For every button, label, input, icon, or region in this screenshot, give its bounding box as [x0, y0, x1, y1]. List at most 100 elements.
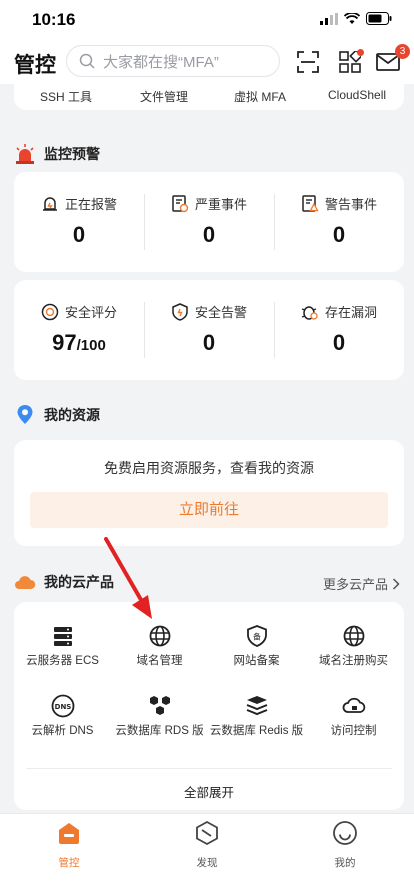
- monitor-title: 监控预警: [44, 146, 100, 162]
- security-score-value: 97/100: [14, 330, 144, 356]
- security-score-icon: [41, 303, 59, 320]
- product-dns[interactable]: DNS 云解析 DNS: [14, 694, 111, 739]
- resources-card: 免费启用资源服务，查看我的资源 立即前往: [14, 440, 404, 546]
- cloud-access-icon: [342, 697, 365, 713]
- search-input[interactable]: 大家都在搜“MFA”: [66, 45, 280, 77]
- quick-link-file-manager[interactable]: 文件管理: [140, 88, 188, 105]
- globe-icon: [343, 625, 364, 647]
- expand-all-button[interactable]: 全部展开: [14, 782, 404, 801]
- stat-severe-events[interactable]: 严重事件 0: [144, 172, 274, 272]
- page-title: 管控: [14, 54, 56, 77]
- dns-icon: DNS: [51, 694, 74, 718]
- apps-badge-dot: [357, 49, 364, 56]
- stat-value: 0: [202, 330, 216, 355]
- stat-security-score[interactable]: 安全评分 97/100: [14, 280, 144, 380]
- monitor-events-card: 正在报警 0 严重事件 0 警告事件 0: [14, 172, 404, 272]
- discover-icon: [196, 820, 218, 846]
- score-suffix: /100: [76, 337, 106, 354]
- wifi-icon: [344, 12, 360, 24]
- product-access-control[interactable]: 访问控制: [305, 694, 402, 739]
- stat-warning-events[interactable]: 警告事件 0: [274, 172, 404, 272]
- stat-label: 正在报警: [64, 197, 117, 212]
- vulnerability-icon: [301, 305, 318, 320]
- stat-value: 0: [332, 222, 346, 247]
- server-icon: [53, 627, 72, 646]
- stat-alarming[interactable]: 正在报警 0: [14, 172, 144, 272]
- product-label: 访问控制: [330, 725, 377, 737]
- score-number: 97: [52, 330, 77, 355]
- stat-label: 警告事件: [324, 197, 377, 212]
- alarm-bell-icon: [42, 196, 57, 211]
- scan-icon: [297, 51, 319, 73]
- location-pin-icon: [17, 405, 33, 424]
- chevron-right-icon: [392, 577, 400, 590]
- search-icon: [79, 53, 95, 69]
- resources-section-title: 我的资源: [14, 404, 100, 426]
- scan-button[interactable]: [294, 48, 322, 76]
- product-label: 域名注册购买: [319, 655, 388, 667]
- cellular-signal-icon: [320, 12, 338, 25]
- apps-button[interactable]: [336, 48, 364, 76]
- stat-label: 严重事件: [194, 197, 247, 212]
- siren-icon: [16, 144, 34, 164]
- cloud-icon: [15, 576, 36, 589]
- products-section-title: 我的云产品: [14, 572, 114, 592]
- monitor-section-title: 监控预警: [14, 144, 100, 164]
- more-products-link[interactable]: 更多云产品: [323, 574, 400, 593]
- annotation-arrow-icon: [104, 537, 152, 619]
- stat-label: 存在漏洞: [324, 305, 377, 320]
- resources-title: 我的资源: [44, 407, 100, 423]
- status-time: 10:16: [32, 10, 76, 29]
- security-alert-icon: [172, 302, 188, 321]
- quick-link-cloudshell[interactable]: CloudShell: [328, 88, 386, 102]
- product-redis[interactable]: 云数据库 Redis 版: [208, 694, 305, 739]
- stat-security-alerts[interactable]: 安全告警 0: [144, 280, 274, 380]
- tab-label: 我的: [334, 857, 356, 869]
- battery-icon: [366, 12, 392, 25]
- stat-value: 0: [72, 222, 86, 247]
- stat-value: 0: [332, 330, 346, 355]
- tab-bar: 管控 发现 我的: [0, 813, 414, 883]
- smile-user-icon: [333, 821, 357, 845]
- tab-discover[interactable]: 发现: [138, 820, 276, 870]
- stat-vulnerabilities[interactable]: 存在漏洞 0: [274, 280, 404, 380]
- messages-button[interactable]: 3: [374, 44, 410, 76]
- resources-message: 免费启用资源服务，查看我的资源: [104, 460, 314, 476]
- tab-control[interactable]: 管控: [0, 820, 138, 870]
- home-icon: [59, 823, 79, 844]
- stat-value: 0: [202, 222, 216, 247]
- products-card: 云服务器 ECS 域名管理 备 网站备案 域名注册购买 DNS 云解析 DNS …: [14, 602, 404, 810]
- product-ecs[interactable]: 云服务器 ECS: [14, 624, 111, 669]
- mail-badge: 3: [395, 44, 410, 59]
- tab-label: 管控: [58, 857, 80, 869]
- product-website-record[interactable]: 备 网站备案: [208, 624, 305, 669]
- redis-stack-icon: [246, 696, 267, 716]
- main-scroll[interactable]: SSH 工具 文件管理 虚拟 MFA CloudShell 监控预警 正在报警: [0, 84, 414, 813]
- quick-link-ssh[interactable]: SSH 工具: [40, 88, 92, 105]
- product-domain-management[interactable]: 域名管理: [111, 624, 208, 669]
- warning-event-icon: [302, 194, 319, 212]
- product-label: 域名管理: [136, 655, 183, 667]
- record-shield-icon: 备: [246, 625, 267, 647]
- tab-label: 发现: [196, 857, 218, 869]
- more-products-label: 更多云产品: [322, 577, 388, 592]
- stat-label: 安全评分: [64, 305, 117, 320]
- product-rds[interactable]: 云数据库 RDS 版: [111, 694, 208, 739]
- product-label: 云数据库 RDS 版: [115, 725, 204, 737]
- globe-icon: [149, 625, 170, 647]
- divider: [26, 768, 392, 769]
- quick-link-mfa[interactable]: 虚拟 MFA: [234, 88, 286, 105]
- product-label: 云数据库 Redis 版: [209, 725, 304, 737]
- status-bar: 10:16: [0, 0, 414, 40]
- header: 管控 大家都在搜“MFA” 3: [0, 40, 414, 84]
- status-icons: [320, 12, 392, 25]
- svg-text:备: 备: [253, 632, 261, 642]
- product-domain-register[interactable]: 域名注册购买: [305, 624, 402, 669]
- search-placeholder: 大家都在搜“MFA”: [103, 53, 219, 71]
- product-label: 云服务器 ECS: [26, 655, 99, 667]
- go-now-button[interactable]: 立即前往: [30, 492, 388, 528]
- tab-me[interactable]: 我的: [276, 820, 414, 870]
- severe-event-icon: [172, 194, 189, 212]
- quick-links-card: SSH 工具 文件管理 虚拟 MFA CloudShell: [14, 84, 404, 110]
- product-label: 云解析 DNS: [31, 725, 94, 737]
